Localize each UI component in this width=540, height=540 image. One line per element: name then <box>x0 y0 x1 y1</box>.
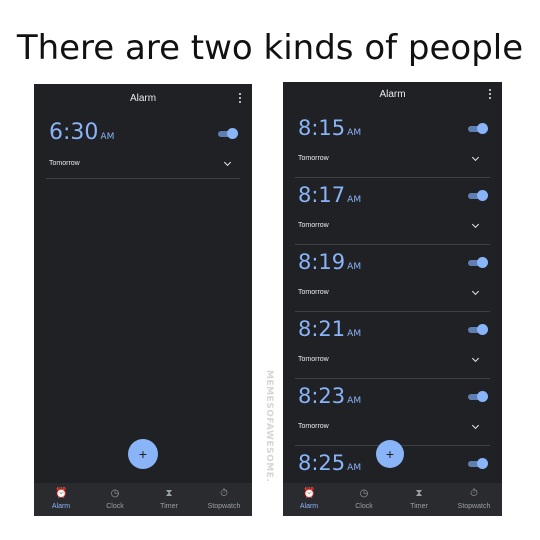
alarm-item[interactable]: 8:17 AM Tomorrow <box>283 179 502 246</box>
bottom-navigation: ⏰ Alarm ◷ Clock ⧗ Timer ⏱ Stopwatch <box>34 483 252 516</box>
more-options-icon[interactable] <box>488 89 492 101</box>
alarm-schedule-label: Tomorrow <box>298 356 329 363</box>
more-options-icon[interactable] <box>238 93 242 105</box>
nav-alarm[interactable]: ⏰ Alarm <box>36 483 86 510</box>
alarm-ampm: AM <box>347 329 362 339</box>
chevron-down-icon[interactable] <box>471 421 480 430</box>
nav-label: Alarm <box>51 503 71 510</box>
alarm-clock-icon: ⏰ <box>55 488 68 499</box>
watermark: MEMESOFAWESOME. <box>264 370 274 483</box>
nav-clock[interactable]: ◷ Clock <box>339 483 389 510</box>
alarm-item[interactable]: 8:23 AM Tomorrow <box>283 380 502 447</box>
alarm-time[interactable]: 8:17 AM <box>298 183 361 207</box>
stopwatch-icon: ⏱ <box>470 488 478 499</box>
clock-icon: ◷ <box>110 488 120 499</box>
bottom-navigation: ⏰ Alarm ◷ Clock ⧗ Timer ⏱ Stopwatch <box>283 483 502 516</box>
alarm-schedule-label: Tomorrow <box>298 289 329 296</box>
nav-label: Timer <box>160 503 178 510</box>
alarm-time-value: 8:23 <box>298 384 346 408</box>
chevron-down-icon[interactable] <box>471 153 480 162</box>
nav-label: Stopwatch <box>207 503 241 510</box>
alarm-schedule-label: Tomorrow <box>298 222 329 229</box>
alarm-time-value: 8:15 <box>298 116 346 140</box>
app-bar: Alarm <box>34 84 252 114</box>
chevron-down-icon[interactable] <box>471 220 480 229</box>
alarm-schedule-label: Tomorrow <box>298 423 329 430</box>
alarm-time-value: 8:25 <box>298 451 346 475</box>
alarm-schedule-label: Tomorrow <box>298 155 329 162</box>
app-bar: Alarm <box>283 82 502 112</box>
divider <box>46 178 240 179</box>
nav-timer[interactable]: ⧗ Timer <box>394 483 444 510</box>
alarm-ampm: AM <box>347 396 362 406</box>
alarm-item[interactable]: 8:19 AM Tomorrow <box>283 246 502 313</box>
chevron-down-icon[interactable] <box>471 354 480 363</box>
alarm-item[interactable]: 8:15 AM Tomorrow <box>283 112 502 179</box>
alarm-toggle[interactable] <box>468 257 488 269</box>
alarm-time-value: 6:30 <box>49 120 99 145</box>
alarm-time[interactable]: 8:15 AM <box>298 116 361 140</box>
alarm-toggle[interactable] <box>468 190 488 202</box>
alarm-toggle[interactable] <box>468 324 488 336</box>
alarm-schedule-label: Tomorrow <box>49 160 80 167</box>
alarm-toggle[interactable] <box>218 128 238 140</box>
add-alarm-button[interactable]: + <box>128 439 158 469</box>
divider <box>295 311 490 312</box>
nav-label: Timer <box>410 503 428 510</box>
meme-headline: There are two kinds of people <box>16 28 524 68</box>
alarm-time[interactable]: 6:30 AM <box>49 120 114 145</box>
alarm-ampm: AM <box>347 128 362 138</box>
alarm-ampm: AM <box>100 132 115 142</box>
phone-screen-left: Alarm 6:30 AM Tomorrow + ⏰ Alarm ◷ Clock … <box>34 84 252 516</box>
phone-screen-right: Alarm 8:15 AM Tomorrow 8:17 AM Tomorrow 8:19 AM… <box>283 82 502 516</box>
divider <box>295 378 490 379</box>
hourglass-icon: ⧗ <box>165 488 173 499</box>
nav-label: Clock <box>106 503 124 510</box>
alarm-ampm: AM <box>347 463 362 473</box>
alarm-ampm: AM <box>347 262 362 272</box>
nav-label: Alarm <box>299 503 319 510</box>
nav-clock[interactable]: ◷ Clock <box>90 483 140 510</box>
alarm-item[interactable]: 6:30 AM Tomorrow <box>34 120 252 180</box>
alarm-time[interactable]: 8:23 AM <box>298 384 361 408</box>
nav-label: Clock <box>355 503 373 510</box>
clock-icon: ◷ <box>359 488 369 499</box>
nav-alarm[interactable]: ⏰ Alarm <box>284 483 334 510</box>
nav-timer[interactable]: ⧗ Timer <box>144 483 194 510</box>
app-title: Alarm <box>379 89 406 100</box>
alarm-time-value: 8:17 <box>298 183 346 207</box>
app-title: Alarm <box>129 93 157 104</box>
nav-label: Stopwatch <box>457 503 491 510</box>
add-alarm-button[interactable]: + <box>376 440 404 468</box>
alarm-toggle[interactable] <box>468 123 488 135</box>
stopwatch-icon: ⏱ <box>220 488 228 499</box>
nav-stopwatch[interactable]: ⏱ Stopwatch <box>449 483 499 510</box>
divider <box>295 177 490 178</box>
alarm-time[interactable]: 8:25 AM <box>298 451 361 475</box>
alarm-time-value: 8:19 <box>298 250 346 274</box>
alarm-toggle[interactable] <box>468 391 488 403</box>
alarm-time[interactable]: 8:19 AM <box>298 250 361 274</box>
alarm-ampm: AM <box>347 195 362 205</box>
alarm-toggle[interactable] <box>468 458 488 470</box>
nav-stopwatch[interactable]: ⏱ Stopwatch <box>199 483 249 510</box>
hourglass-icon: ⧗ <box>415 488 423 499</box>
alarm-clock-icon: ⏰ <box>303 488 316 499</box>
divider <box>295 244 490 245</box>
chevron-down-icon[interactable] <box>471 287 480 296</box>
alarm-item[interactable]: 8:21 AM Tomorrow <box>283 313 502 380</box>
alarm-time-value: 8:21 <box>298 317 346 341</box>
alarm-time[interactable]: 8:21 AM <box>298 317 361 341</box>
chevron-down-icon[interactable] <box>223 158 232 167</box>
